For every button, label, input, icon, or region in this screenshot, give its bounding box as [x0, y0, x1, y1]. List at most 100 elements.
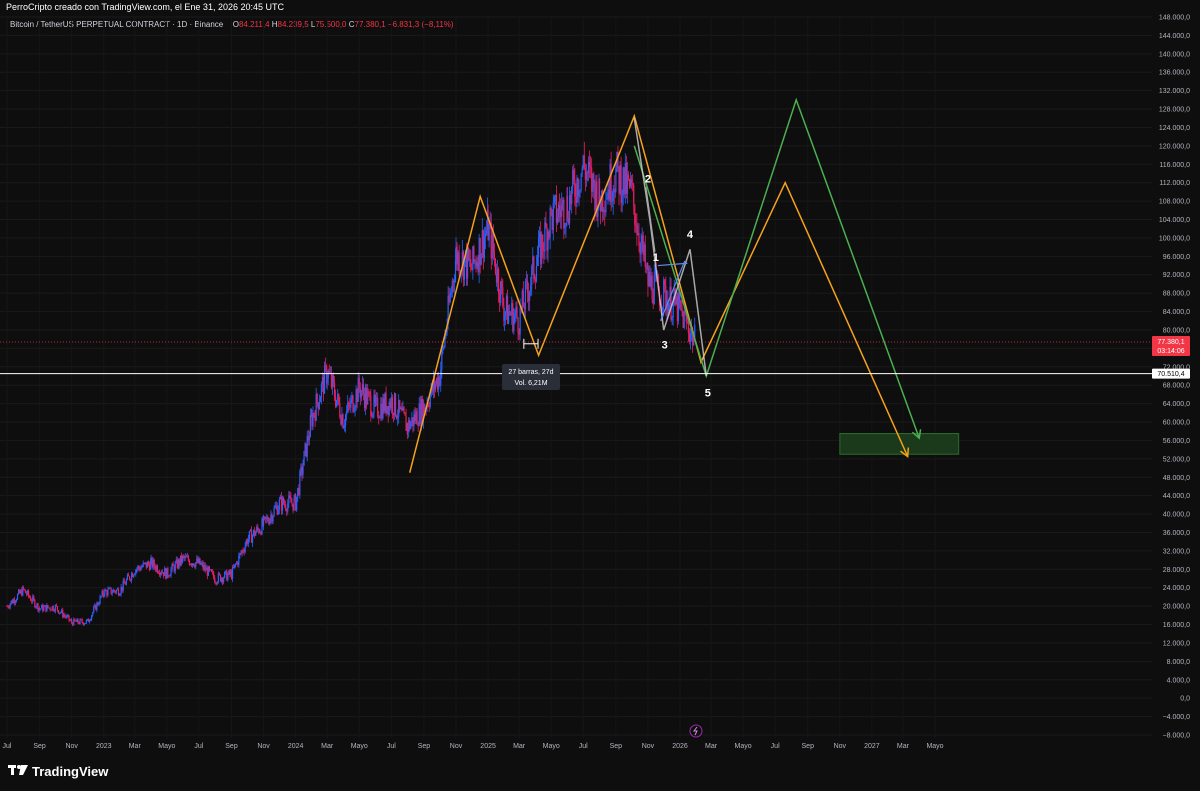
candle-body	[139, 568, 141, 571]
horizontal-line-layer	[0, 341, 1152, 375]
candle-body	[85, 620, 87, 624]
candle-body	[383, 398, 385, 412]
candle-body	[251, 535, 254, 543]
candle-body	[479, 238, 481, 265]
candle-body	[188, 560, 191, 565]
candle-body	[367, 391, 369, 405]
candle-body	[37, 603, 39, 611]
candle-body	[214, 582, 216, 584]
price-tick-label: 128.000,0	[1159, 107, 1190, 114]
price-tick-label: 116.000,0	[1159, 162, 1190, 169]
candle-body	[623, 167, 625, 195]
candle-body	[373, 394, 375, 414]
candle-body	[388, 401, 390, 415]
candle-body	[413, 414, 415, 427]
candle-body	[91, 615, 93, 620]
candle-body	[227, 574, 229, 581]
candle-body	[249, 529, 252, 532]
candle-body	[356, 389, 358, 402]
candle-body	[101, 590, 103, 597]
candle-body	[208, 566, 211, 570]
candle-body	[262, 517, 265, 526]
candle-body	[144, 562, 146, 564]
candle-body	[301, 466, 303, 475]
candle-body	[62, 609, 64, 617]
time-tick-label: Mar	[129, 743, 142, 750]
price-axis[interactable]: 148.000,0 144.000,0 140.000,0 136.000,0 132.…	[1152, 0, 1200, 791]
wave-label-2: 2	[645, 174, 651, 186]
candle-body	[83, 623, 85, 625]
candle-body	[115, 589, 117, 593]
time-tick-label: Mar	[513, 743, 526, 750]
candle-body	[122, 580, 124, 591]
candle-body	[319, 397, 321, 403]
candle-body	[315, 393, 317, 421]
candle-body	[555, 195, 558, 223]
candle-body	[16, 594, 19, 600]
candle-body	[137, 566, 139, 570]
candle-body	[95, 604, 97, 610]
candle-body	[60, 612, 62, 614]
candle-body	[584, 167, 586, 180]
tradingview-brand[interactable]: TradingView	[8, 764, 108, 779]
candle-body	[27, 590, 30, 596]
candle-body	[197, 558, 199, 564]
candle-body	[156, 565, 158, 573]
candle-body	[26, 590, 29, 595]
price-tick-label: 136.000,0	[1159, 70, 1190, 77]
candle-body	[501, 281, 503, 288]
candle-body	[474, 260, 476, 262]
candle-body	[92, 612, 94, 616]
candle-body	[24, 589, 27, 593]
candle-body	[47, 605, 49, 608]
candle-body	[200, 563, 202, 565]
candle-body	[564, 227, 566, 229]
candle-body	[570, 195, 572, 205]
candle-body	[223, 577, 225, 583]
time-tick-label: Mayo	[926, 743, 943, 750]
candle-body	[634, 204, 636, 225]
candle-body	[287, 503, 289, 512]
candle-body	[506, 295, 509, 324]
candle-body	[45, 605, 47, 612]
candle-body	[317, 402, 319, 410]
candle-body	[257, 526, 259, 530]
candle-body	[593, 173, 595, 187]
candle-body	[148, 564, 151, 570]
candle-body	[7, 606, 9, 608]
candle-body	[376, 397, 378, 399]
candle-body	[64, 614, 66, 617]
time-axis[interactable]: Jul Sep Nov 2023 Mar Mayo Jul Sep Nov 2024 Mar Mayo…	[3, 724, 944, 750]
price-tick-label: 148.000,0	[1159, 15, 1190, 22]
candle-body	[84, 623, 86, 624]
candle-body	[416, 411, 418, 425]
candle-body	[88, 620, 91, 622]
candle-body	[304, 443, 306, 452]
candle-body	[644, 244, 646, 268]
candle-body	[202, 562, 204, 569]
candle-body	[19, 590, 21, 594]
candle-body	[483, 237, 486, 258]
time-tick-label: 2025	[480, 743, 496, 750]
candle-body	[129, 579, 132, 581]
candle-body	[627, 174, 630, 179]
candle-body	[49, 607, 51, 610]
price-chart[interactable]: 1 2 3 4 5 148.000,0 144.000,0 140.000,0 136.000…	[0, 0, 1200, 791]
candle-body	[557, 204, 560, 218]
candle-body	[288, 495, 290, 504]
candle-body	[518, 331, 520, 335]
candle-body	[13, 599, 15, 603]
candle-body	[313, 413, 315, 415]
candle-body	[629, 179, 632, 187]
candle-body	[582, 155, 584, 169]
candle-body	[267, 517, 269, 522]
candle-body	[587, 161, 590, 173]
time-tick-label: Nov	[450, 743, 463, 750]
candle-body	[104, 589, 106, 596]
candle-body	[647, 266, 649, 287]
candle-body	[134, 573, 136, 575]
candle-body	[158, 573, 161, 575]
candle-body	[195, 562, 197, 568]
candle-body	[529, 291, 531, 302]
candle-body	[100, 596, 102, 598]
